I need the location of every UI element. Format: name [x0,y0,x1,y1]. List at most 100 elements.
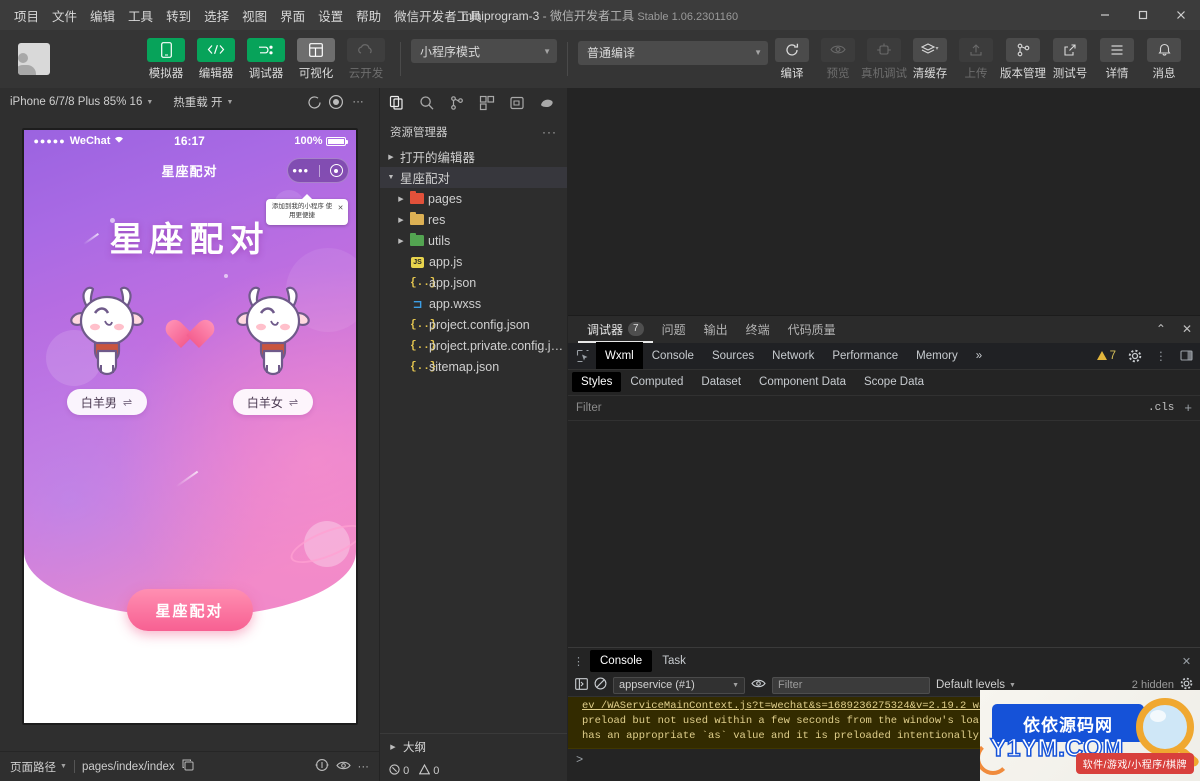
menu-item-devtools[interactable]: 微信开发者工具 [388,2,488,29]
compile-mode-select[interactable]: 普通编译 ▼ [578,40,768,65]
styles-tab-dataset[interactable]: Dataset [692,372,750,392]
devtools-tab-network[interactable]: Network [763,342,823,369]
details-button[interactable]: 详情 [1095,37,1139,81]
menu-item-select[interactable]: 选择 [198,2,235,29]
console-filter-input[interactable]: Filter [772,676,930,694]
simulator-button[interactable]: 模拟器 [142,37,190,81]
close-icon[interactable] [1162,0,1200,30]
error-count[interactable]: 0 [389,763,409,777]
messages-button[interactable]: 消息 [1142,37,1186,81]
tree-item-file[interactable]: ▶ ⊐ app.wxss [380,293,567,314]
devtools-tab-wxml[interactable]: Wxml [596,342,643,369]
menu-item-file[interactable]: 文件 [46,2,83,29]
devtools-kebab-icon[interactable]: ⋮ [1148,349,1174,363]
debugger-button[interactable]: 调试器 [242,37,290,81]
tree-item-folder[interactable]: ▶ res [380,209,567,230]
files-icon[interactable] [382,89,412,117]
clear-console-icon[interactable] [594,677,607,693]
tree-item-file[interactable]: ▶ {..} sitemap.json [380,356,567,377]
settings-gear-icon[interactable] [1122,349,1148,363]
devtools-tab-memory[interactable]: Memory [907,342,967,369]
tree-item-folder[interactable]: ▶ utils [380,230,567,251]
styles-tab-computed[interactable]: Computed [621,372,692,392]
mode-select[interactable]: 小程序模式 ▼ [411,39,557,63]
drawer-close-icon[interactable]: ✕ [1174,655,1200,668]
copy-path-icon[interactable] [182,759,194,774]
styles-tab-styles[interactable]: Styles [572,372,622,392]
close-panel-icon[interactable]: ✕ [1174,322,1200,336]
styles-tab-component-data[interactable]: Component Data [750,372,855,392]
clear-cache-button[interactable]: ▾ 清缓存 [908,37,952,81]
menu-item-help[interactable]: 帮助 [350,2,387,29]
hot-reload-select[interactable]: 热重载 开 ▼ [173,94,233,110]
devtools-tab-performance[interactable]: Performance [823,342,907,369]
version-control-button[interactable]: 版本管理 [1000,37,1046,81]
extensions-icon[interactable] [472,89,502,117]
swap-icon[interactable]: ⇌ [289,396,298,409]
tree-item-folder[interactable]: ▶ pages [380,188,567,209]
drawer-tab-console[interactable]: Console [590,650,653,672]
close-miniprogram-icon[interactable] [329,164,343,177]
console-eye-icon[interactable] [751,678,766,692]
devtools-tab-console[interactable]: Console [643,342,703,369]
cloud-storage-icon[interactable] [502,89,532,117]
menu-item-goto[interactable]: 转到 [160,2,197,29]
menu-item-view[interactable]: 视图 [236,2,273,29]
styles-filter-input[interactable]: Filter [576,402,602,414]
warning-count[interactable]: 0 [418,763,439,777]
device-select[interactable]: iPhone 6/7/8 Plus 85% 16 ▼ [10,96,153,108]
search-icon[interactable] [412,89,442,117]
styles-tab-scope-data[interactable]: Scope Data [855,372,933,392]
menu-item-project[interactable]: 项目 [8,2,45,29]
devtools-warning-indicator[interactable]: 7 [1096,350,1122,362]
avatar[interactable] [18,43,50,75]
menu-item-tools[interactable]: 工具 [122,2,159,29]
collapse-panel-icon[interactable]: ⌃ [1148,322,1174,336]
page-path-select[interactable]: 页面路径 ▼ [10,759,67,775]
preview-eye-icon[interactable] [335,760,351,774]
more-menu-icon[interactable]: ••• [292,164,309,177]
real-device-debug-button[interactable]: 真机调试 [861,37,907,81]
devtools-tab-sources[interactable]: Sources [703,342,763,369]
console-sidebar-icon[interactable] [575,677,588,693]
tab-debugger[interactable]: 调试器 7 [578,315,653,343]
console-context-select[interactable]: appservice (#1) ▼ [613,676,745,694]
compile-button[interactable]: 编译 [770,37,814,81]
add-rule-icon[interactable]: + [1174,400,1192,415]
tree-item-file[interactable]: ▶ {..} project.private.config.js... [380,335,567,356]
tree-item-file[interactable]: ▶ {..} project.config.json [380,314,567,335]
capsule-buttons[interactable]: ••• [286,158,349,183]
accessibility-icon[interactable] [315,758,329,775]
dock-side-icon[interactable] [1174,349,1200,362]
tree-item-file[interactable]: ▶ JS app.js [380,251,567,272]
menu-item-edit[interactable]: 编辑 [84,2,121,29]
source-control-icon[interactable] [442,89,472,117]
tree-section-open-editors[interactable]: ▶ 打开的编辑器 [380,146,567,167]
tab-problems[interactable]: 问题 [653,315,695,343]
tree-item-file[interactable]: ▶ {..} app.json [380,272,567,293]
right-sign-picker[interactable]: 白羊女 ⇌ [232,389,313,415]
minimize-icon[interactable] [1086,0,1124,30]
menu-item-settings[interactable]: 设置 [312,2,349,29]
editor-button[interactable]: 编辑器 [192,37,240,81]
preview-button[interactable]: 预览 [816,37,860,81]
menu-item-interface[interactable]: 界面 [274,2,311,29]
drawer-tab-task[interactable]: Task [652,650,696,672]
drawer-kebab-icon[interactable]: ⋮ [568,655,590,668]
tree-section-project-root[interactable]: ▼ 星座配对 [380,167,567,188]
devtools-tab-overflow-icon[interactable]: » [967,342,991,369]
cloud-dev-button[interactable]: 云开发 [342,37,390,81]
explorer-more-icon[interactable]: ··· [542,125,557,139]
refresh-simulator-icon[interactable] [303,91,325,113]
record-icon[interactable] [325,91,347,113]
simulator-more-icon[interactable]: ··· [347,91,369,113]
tab-code-quality[interactable]: 代码质量 [779,315,845,343]
tooltip-close-icon[interactable]: ✕ [338,204,344,212]
upload-button[interactable]: 上传 [954,37,998,81]
inspect-element-icon[interactable] [570,349,596,363]
outline-section[interactable]: ▶ 大纲 [380,733,567,759]
tab-output[interactable]: 输出 [695,315,737,343]
simulator-footer-more-icon[interactable]: ··· [358,761,370,773]
swap-icon[interactable]: ⇌ [123,396,132,409]
maximize-icon[interactable] [1124,0,1162,30]
